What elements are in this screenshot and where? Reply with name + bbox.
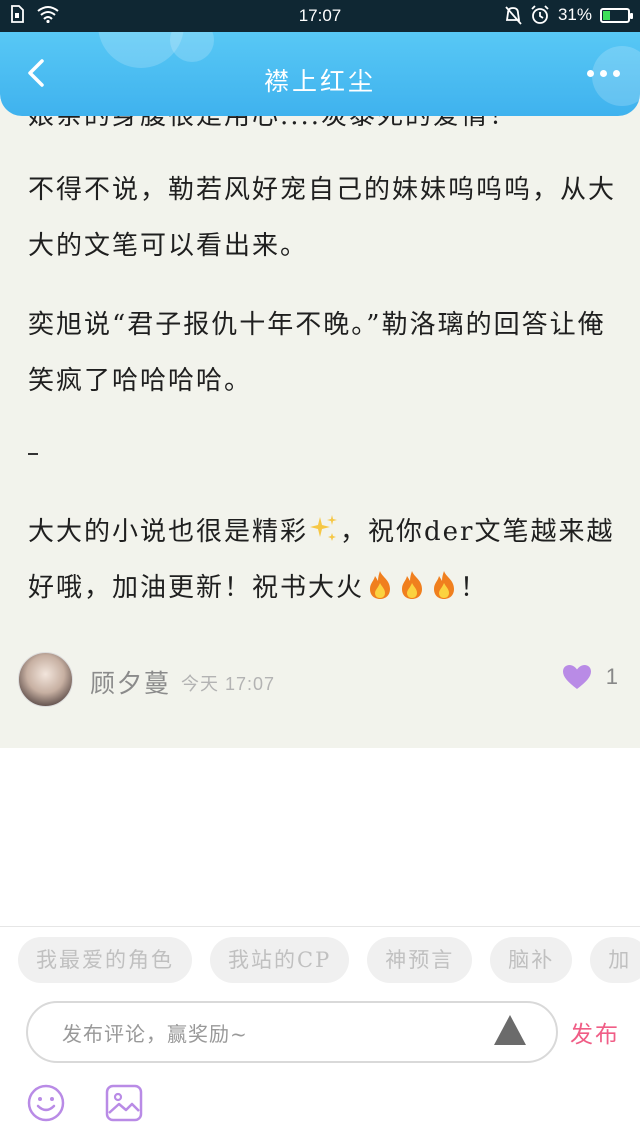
fire-icon — [434, 571, 455, 599]
battery-percent: 31% — [557, 5, 592, 24]
like-button[interactable]: 1 — [562, 664, 618, 690]
fire-icon — [370, 571, 391, 599]
comment-input[interactable] — [60, 1015, 484, 1053]
topic-tag[interactable]: 我站的CP — [210, 937, 350, 983]
emoji-smile-icon[interactable] — [26, 1083, 66, 1123]
topic-tags: 我最爱的角色 我站的CP 神预言 脑补 加 — [18, 937, 640, 983]
publish-button[interactable]: 发布 — [570, 1015, 620, 1049]
sparkles-icon — [310, 515, 338, 541]
page-title: 襟上红尘 — [263, 67, 376, 96]
paragraph-text: 大大的小说也很是精彩 — [28, 517, 309, 547]
alarm-icon — [531, 5, 549, 24]
topic-tag[interactable]: 脑补 — [490, 937, 573, 983]
topic-tag[interactable]: 我最爱的角色 — [18, 937, 192, 983]
comment-timestamp: 今天 17:07 — [181, 670, 275, 696]
comment-composer-panel: 我最爱的角色 我站的CP 神预言 脑补 加 发布 — [0, 926, 640, 1139]
comment-paragraph-final: 大大的小说也很是精彩 ，祝你der文笔越来越好哦，加油更新！祝书大火 ！ — [28, 504, 618, 616]
image-icon[interactable] — [104, 1083, 144, 1123]
author-name[interactable]: 顾夕蔓 — [90, 664, 171, 700]
avatar[interactable] — [18, 652, 73, 707]
comment-time: 17:07 — [225, 674, 276, 694]
comment-meta: 顾夕蔓 今天 17:07 1 — [18, 652, 628, 708]
header-decoration — [170, 32, 214, 62]
comment-day: 今天 — [181, 674, 219, 695]
mute-bell-icon — [505, 6, 522, 25]
divider-dash — [28, 453, 38, 455]
battery-icon — [600, 7, 633, 23]
like-count: 1 — [605, 664, 618, 689]
topic-tag[interactable]: 加 — [590, 937, 640, 983]
send-arrow-icon[interactable] — [494, 1015, 526, 1045]
fire-icon — [402, 571, 423, 599]
comment-card: 娘亲的身腹很是用心....炭泰死的爱情！ 不得不说，勒若风好宠自己的妹妹呜呜呜，… — [0, 100, 640, 748]
heart-icon — [562, 665, 591, 689]
paragraph-text: ！ — [460, 573, 489, 603]
comment-paragraph: 奕旭说“君子报仇十年不晚。”勒洛璃的回答让俺笑疯了哈哈哈哈。 — [28, 310, 606, 396]
topic-tag[interactable]: 神预言 — [367, 937, 473, 983]
comment-paragraph: 不得不说，勒若风好宠自己的妹妹呜呜呜，从大大的文笔可以看出来。 — [28, 175, 617, 261]
more-options-icon[interactable] — [587, 70, 620, 77]
status-bar: 17:07 31% — [0, 0, 640, 32]
comment-input-box[interactable] — [26, 1001, 558, 1063]
app-header: 襟上红尘 — [0, 32, 640, 116]
